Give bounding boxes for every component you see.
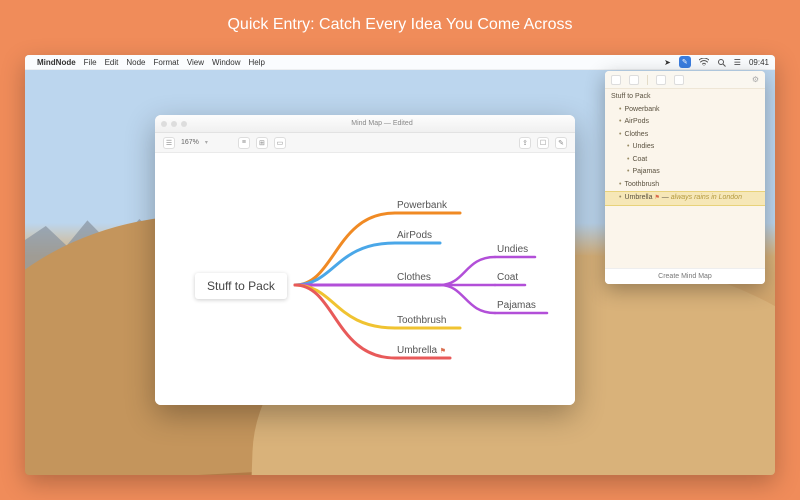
share-button[interactable]: ⇪: [519, 137, 531, 149]
desktop: MindNode File Edit Node Format View Wind…: [25, 55, 775, 475]
qe-item[interactable]: •Powerbank: [605, 104, 765, 117]
menubar-view[interactable]: View: [187, 58, 204, 67]
qe-item-note: always rains in London: [671, 193, 742, 204]
mindmap-node[interactable]: Pajamas: [497, 300, 536, 311]
menubar-help[interactable]: Help: [248, 58, 264, 67]
menubar-window[interactable]: Window: [212, 58, 240, 67]
toolbar: ☰ 167% ▾ ≡ ⊞ ▭ ⇪ ☐ ✎: [155, 133, 575, 153]
menubar-node[interactable]: Node: [126, 58, 145, 67]
zoom-level[interactable]: 167%: [181, 139, 199, 146]
window-titlebar[interactable]: Mind Map — Edited: [155, 115, 575, 133]
qe-item[interactable]: •Undies: [605, 141, 765, 154]
status-location-icon[interactable]: ➤: [664, 58, 671, 67]
chevron-down-icon[interactable]: ▾: [205, 139, 208, 146]
qe-item[interactable]: •Clothes: [605, 129, 765, 142]
outline-button[interactable]: ≡: [238, 137, 250, 149]
layout-button[interactable]: ⊞: [256, 137, 268, 149]
gear-icon[interactable]: ⚙: [752, 75, 759, 84]
qe-item[interactable]: •AirPods: [605, 116, 765, 129]
mindmap-node[interactable]: Clothes: [397, 272, 431, 283]
qe-item[interactable]: •Toothbrush: [605, 179, 765, 192]
menubar: MindNode File Edit Node Format View Wind…: [25, 55, 775, 70]
mindmap-node[interactable]: Umbrella ⚑: [397, 345, 446, 356]
qe-checklist-button[interactable]: [656, 75, 666, 85]
mindmap-node[interactable]: Toothbrush: [397, 315, 446, 326]
notes-button[interactable]: ☐: [537, 137, 549, 149]
status-wifi-icon[interactable]: [699, 58, 709, 66]
mindmap-node[interactable]: Powerbank: [397, 200, 447, 211]
qe-item[interactable]: •Coat: [605, 154, 765, 167]
inspector-button[interactable]: ✎: [555, 137, 567, 149]
qe-item-selected[interactable]: • Umbrella ⚑ — always rains in London: [605, 191, 765, 206]
quick-entry-toolbar: ⚙: [605, 71, 765, 89]
flag-icon: ⚑: [440, 348, 446, 355]
promo-title: Quick Entry: Catch Every Idea You Come A…: [0, 0, 800, 34]
sidebar-toggle-button[interactable]: ☰: [163, 137, 175, 149]
close-icon[interactable]: [161, 121, 167, 127]
create-mind-map-button[interactable]: Create Mind Map: [605, 268, 765, 284]
image-button[interactable]: ▭: [274, 137, 286, 149]
mindmap-canvas[interactable]: Stuff to Pack Powerbank AirPods Clothes …: [155, 153, 575, 405]
menubar-clock[interactable]: 09:41: [749, 58, 769, 67]
menubar-file[interactable]: File: [84, 58, 97, 67]
mindmap-node[interactable]: AirPods: [397, 230, 432, 241]
qe-item[interactable]: •Pajamas: [605, 166, 765, 179]
quick-entry-panel: ⚙ Stuff to Pack •Powerbank •AirPods •Clo…: [605, 71, 765, 284]
traffic-lights[interactable]: [161, 121, 187, 127]
mindmap-node[interactable]: Undies: [497, 244, 528, 255]
fullscreen-icon[interactable]: [181, 121, 187, 127]
menubar-edit[interactable]: Edit: [105, 58, 119, 67]
status-controlcenter-icon[interactable]: ☰: [734, 58, 741, 67]
menubar-format[interactable]: Format: [153, 58, 178, 67]
qe-root[interactable]: Stuff to Pack: [605, 91, 765, 104]
qe-indent-button[interactable]: [629, 75, 639, 85]
quick-entry-list[interactable]: Stuff to Pack •Powerbank •AirPods •Cloth…: [605, 89, 765, 208]
qe-empty-area[interactable]: [605, 208, 765, 268]
mindmap-node[interactable]: Coat: [497, 272, 518, 283]
minimize-icon[interactable]: [171, 121, 177, 127]
qe-note-button[interactable]: [674, 75, 684, 85]
menubar-quickentry-icon[interactable]: ✎: [679, 56, 691, 68]
mindmap-root-node[interactable]: Stuff to Pack: [195, 273, 287, 299]
menubar-app[interactable]: MindNode: [37, 58, 76, 67]
document-window: Mind Map — Edited ☰ 167% ▾ ≡ ⊞ ▭ ⇪ ☐ ✎: [155, 115, 575, 405]
window-title: Mind Map — Edited: [195, 120, 569, 127]
qe-outdent-button[interactable]: [611, 75, 621, 85]
status-spotlight-icon[interactable]: [717, 58, 726, 67]
